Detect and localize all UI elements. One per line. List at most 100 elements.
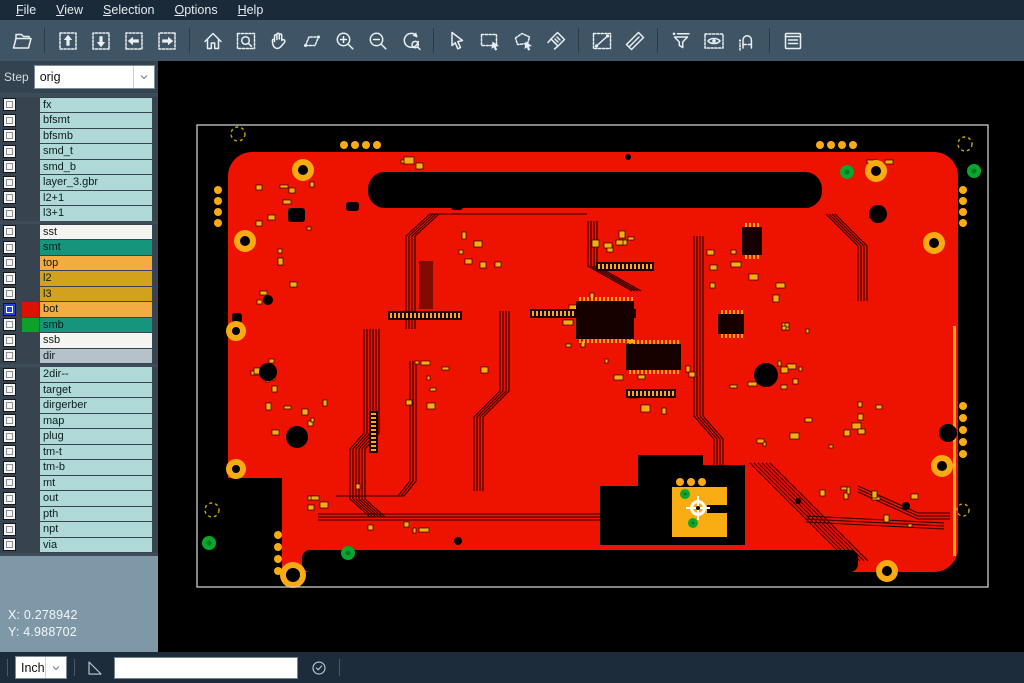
layer-name[interactable]: mt	[40, 476, 152, 491]
apply-button[interactable]	[306, 655, 332, 681]
layer-name[interactable]: bot	[40, 302, 152, 317]
select-pointer-button[interactable]	[440, 24, 473, 57]
layer-checkbox-2dir--[interactable]	[3, 368, 16, 381]
layer-checkbox-layer_3.gbr[interactable]	[3, 176, 16, 189]
layer-row-out[interactable]: out	[0, 491, 158, 507]
layer-row-smd_b[interactable]: smd_b	[0, 159, 158, 175]
layer-checkbox-tm-t[interactable]	[3, 445, 16, 458]
home-view-button[interactable]	[196, 24, 229, 57]
layer-name[interactable]: top	[40, 256, 152, 271]
filter-button[interactable]	[664, 24, 697, 57]
select-rect-button[interactable]	[473, 24, 506, 57]
layer-checkbox-plug[interactable]	[3, 430, 16, 443]
layer-name[interactable]: l3+1	[40, 206, 152, 221]
layer-name[interactable]: target	[40, 383, 152, 398]
layer-checkbox-out[interactable]	[3, 492, 16, 505]
layer-checkbox-tm-b[interactable]	[3, 461, 16, 474]
layer-checkbox-dir[interactable]	[3, 349, 16, 362]
zoom-in-button[interactable]	[328, 24, 361, 57]
layer-name[interactable]: l2+1	[40, 191, 152, 206]
layer-row-dir[interactable]: dir	[0, 348, 158, 364]
layer-row-l2[interactable]: l2	[0, 271, 158, 287]
menu-selection[interactable]: Selection	[93, 2, 164, 19]
layer-row-bfsmb[interactable]: bfsmb	[0, 128, 158, 144]
layer-checkbox-npt[interactable]	[3, 523, 16, 536]
layer-name[interactable]: fx	[40, 98, 152, 113]
open-file-button[interactable]	[5, 24, 38, 57]
layer-name[interactable]: smd_b	[40, 160, 152, 175]
zoom-undo-button[interactable]	[394, 24, 427, 57]
step-select[interactable]: orig	[34, 65, 155, 89]
menu-help[interactable]: Help	[228, 2, 274, 19]
measure-button[interactable]	[585, 24, 618, 57]
layer-name[interactable]: map	[40, 414, 152, 429]
layer-row-smb[interactable]: smb	[0, 317, 158, 333]
layer-checkbox-l2[interactable]	[3, 272, 16, 285]
report-button[interactable]	[776, 24, 809, 57]
layer-name[interactable]: pth	[40, 507, 152, 522]
layer-checkbox-bfsmt[interactable]	[3, 114, 16, 127]
menu-options[interactable]: Options	[164, 2, 227, 19]
layer-name[interactable]: ssb	[40, 333, 152, 348]
layer-row-pth[interactable]: pth	[0, 506, 158, 522]
layer-name[interactable]: sst	[40, 225, 152, 240]
layer-row-smt[interactable]: smt	[0, 240, 158, 256]
brush-button[interactable]	[539, 24, 572, 57]
layer-checkbox-dirgerber[interactable]	[3, 399, 16, 412]
layer-name[interactable]: tm-t	[40, 445, 152, 460]
layer-row-l3[interactable]: l3	[0, 286, 158, 302]
layer-row-bfsmt[interactable]: bfsmt	[0, 113, 158, 129]
layer-row-tm-b[interactable]: tm-b	[0, 460, 158, 476]
layer-checkbox-l3+1[interactable]	[3, 207, 16, 220]
import-down-button[interactable]	[84, 24, 117, 57]
layer-name[interactable]: l2	[40, 271, 152, 286]
layer-name[interactable]: layer_3.gbr	[40, 175, 152, 190]
corner-tool-button[interactable]	[82, 655, 108, 681]
layer-checkbox-pth[interactable]	[3, 507, 16, 520]
layer-name[interactable]: bfsmb	[40, 129, 152, 144]
layer-checkbox-map[interactable]	[3, 414, 16, 427]
layer-name[interactable]: smd_t	[40, 144, 152, 159]
layer-checkbox-target[interactable]	[3, 383, 16, 396]
layer-name[interactable]: bfsmt	[40, 113, 152, 128]
layer-checkbox-l3[interactable]	[3, 287, 16, 300]
layer-name[interactable]: smt	[40, 240, 152, 255]
zoom-window-button[interactable]	[229, 24, 262, 57]
layer-row-top[interactable]: top	[0, 255, 158, 271]
layer-row-bot[interactable]: bot	[0, 302, 158, 318]
layer-checkbox-l2+1[interactable]	[3, 191, 16, 204]
pan-button[interactable]	[262, 24, 295, 57]
layer-row-2dir--[interactable]: 2dir--	[0, 367, 158, 383]
layer-name[interactable]: dirgerber	[40, 398, 152, 413]
menu-view[interactable]: View	[46, 2, 93, 19]
layer-checkbox-smt[interactable]	[3, 241, 16, 254]
layer-name[interactable]: smb	[40, 318, 152, 333]
menu-file[interactable]: File	[6, 2, 46, 19]
command-input[interactable]	[114, 657, 298, 679]
layer-name[interactable]: l3	[40, 287, 152, 302]
chevron-down-icon[interactable]	[45, 657, 66, 678]
layer-checkbox-smb[interactable]	[3, 318, 16, 331]
unit-select[interactable]: Inch	[15, 656, 67, 679]
layer-checkbox-smd_t[interactable]	[3, 145, 16, 158]
layer-name[interactable]: out	[40, 491, 152, 506]
ruler-button[interactable]	[618, 24, 651, 57]
snap-button[interactable]	[730, 24, 763, 57]
view-options-button[interactable]	[697, 24, 730, 57]
layer-row-map[interactable]: map	[0, 413, 158, 429]
layer-row-target[interactable]: target	[0, 382, 158, 398]
chevron-down-icon[interactable]	[133, 66, 154, 88]
layer-checkbox-fx[interactable]	[3, 98, 16, 111]
layer-checkbox-sst[interactable]	[3, 225, 16, 238]
layer-row-l2+1[interactable]: l2+1	[0, 190, 158, 206]
layer-row-l3+1[interactable]: l3+1	[0, 206, 158, 222]
layer-name[interactable]: dir	[40, 349, 152, 364]
layer-row-npt[interactable]: npt	[0, 522, 158, 538]
layer-row-ssb[interactable]: ssb	[0, 333, 158, 349]
layer-row-tm-t[interactable]: tm-t	[0, 444, 158, 460]
layer-row-fx[interactable]: fx	[0, 97, 158, 113]
layer-row-sst[interactable]: sst	[0, 224, 158, 240]
import-up-button[interactable]	[51, 24, 84, 57]
layer-name[interactable]: 2dir--	[40, 367, 152, 382]
layer-checkbox-top[interactable]	[3, 256, 16, 269]
